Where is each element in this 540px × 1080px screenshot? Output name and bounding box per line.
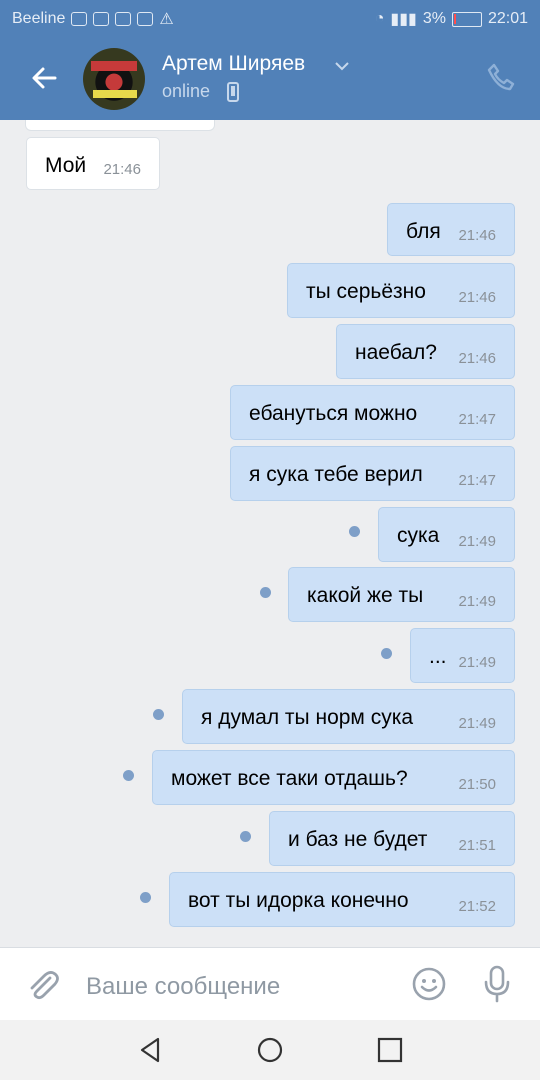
chat-header: Артем Ширяев online xyxy=(0,38,540,120)
status-bar: Beeline ⚠ ◔ ▮▮▮ 3% 22:01 xyxy=(0,0,540,38)
message-time: 21:51 xyxy=(458,837,496,854)
mobile-phone-icon xyxy=(227,82,239,102)
viber-icon xyxy=(115,12,132,26)
contact-name[interactable]: Артем Ширяев xyxy=(162,52,305,76)
message-text: ебануться можно xyxy=(249,402,418,425)
message-text: бля xyxy=(406,220,441,243)
nav-home-icon[interactable] xyxy=(254,1034,286,1066)
back-button[interactable] xyxy=(26,60,62,96)
message-time: 21:46 xyxy=(458,289,496,306)
outgoing-message[interactable]: сука 21:49 xyxy=(378,507,515,562)
previous-message-partial xyxy=(25,120,215,131)
message-time: 21:46 xyxy=(458,227,496,244)
warning-icon: ⚠ xyxy=(159,11,174,28)
message-text: сука xyxy=(397,524,440,547)
unread-indicator xyxy=(123,770,134,781)
youtube-icon xyxy=(93,12,110,26)
message-time: 21:46 xyxy=(458,350,496,367)
message-time: 21:49 xyxy=(458,715,496,732)
incoming-message[interactable]: Мой 21:46 xyxy=(26,137,160,190)
outgoing-message[interactable]: какой же ты 21:49 xyxy=(288,567,515,622)
battery-icon xyxy=(451,11,482,27)
message-time: 21:49 xyxy=(458,533,496,550)
outgoing-message[interactable]: бля 21:46 xyxy=(387,203,515,256)
unread-indicator xyxy=(260,587,271,598)
clock: 22:01 xyxy=(487,10,528,27)
message-time: 21:52 xyxy=(458,898,496,915)
battery-percent: 3% xyxy=(422,10,446,27)
unread-indicator xyxy=(153,709,164,720)
message-text: я думал ты норм сука xyxy=(201,706,414,729)
unread-indicator xyxy=(381,648,392,659)
message-time: 21:49 xyxy=(458,593,496,610)
nav-recents-icon[interactable] xyxy=(374,1034,406,1066)
outgoing-message[interactable]: я думал ты норм сука 21:49 xyxy=(182,689,515,744)
message-time: 21:50 xyxy=(458,776,496,793)
message-text: Мой xyxy=(45,154,87,177)
outgoing-message[interactable]: и баз не будет 21:51 xyxy=(269,811,515,866)
message-time: 21:47 xyxy=(458,411,496,428)
message-time: 21:49 xyxy=(458,654,496,671)
outgoing-message[interactable]: я сука тебе верил 21:47 xyxy=(230,446,515,501)
signal-icon: ▮▮▮ xyxy=(390,11,417,28)
wifi-icon: ◔ xyxy=(374,10,385,27)
message-text: ... xyxy=(429,645,447,668)
message-text: и баз не будет xyxy=(288,828,428,851)
message-list[interactable]: Мой 21:46 бля 21:46 ты серьёзно 21:46 наебал? 2… xyxy=(0,120,540,948)
outgoing-message[interactable]: ты серьёзно 21:46 xyxy=(287,263,515,318)
system-nav-bar xyxy=(0,1020,540,1080)
message-text: вот ты идорка конечно xyxy=(188,889,409,912)
outgoing-message[interactable]: ... 21:49 xyxy=(410,628,515,683)
message-composer: Ваше сообщение xyxy=(0,947,540,1021)
message-text: наебал? xyxy=(355,341,437,364)
outgoing-message[interactable]: может все таки отдашь? 21:50 xyxy=(152,750,515,805)
message-input[interactable]: Ваше сообщение xyxy=(86,973,280,1001)
outgoing-message[interactable]: ебануться можно 21:47 xyxy=(230,385,515,440)
message-text: какой же ты xyxy=(307,584,424,607)
emoji-icon[interactable] xyxy=(411,966,447,1002)
unread-indicator xyxy=(240,831,251,842)
avatar[interactable] xyxy=(83,48,145,110)
phone-call-icon[interactable] xyxy=(486,62,516,92)
message-time: 21:46 xyxy=(103,161,141,178)
message-time: 21:47 xyxy=(458,472,496,489)
carrier-label: Beeline xyxy=(12,10,66,27)
unread-indicator xyxy=(140,892,151,903)
chevron-down-icon[interactable] xyxy=(335,60,349,72)
chat-icon xyxy=(137,12,154,26)
microphone-icon[interactable] xyxy=(482,965,512,1003)
nav-back-icon[interactable] xyxy=(134,1034,166,1066)
outgoing-message[interactable]: вот ты идорка конечно 21:52 xyxy=(169,872,515,927)
contact-status: online xyxy=(162,81,211,101)
notification-icon xyxy=(71,12,88,26)
message-text: я сука тебе верил xyxy=(249,463,423,486)
arrow-left-icon xyxy=(32,67,57,89)
paperclip-icon[interactable] xyxy=(24,966,62,1004)
message-text: может все таки отдашь? xyxy=(171,767,408,790)
message-text: ты серьёзно xyxy=(306,280,426,303)
unread-indicator xyxy=(349,526,360,537)
outgoing-message[interactable]: наебал? 21:46 xyxy=(336,324,515,379)
